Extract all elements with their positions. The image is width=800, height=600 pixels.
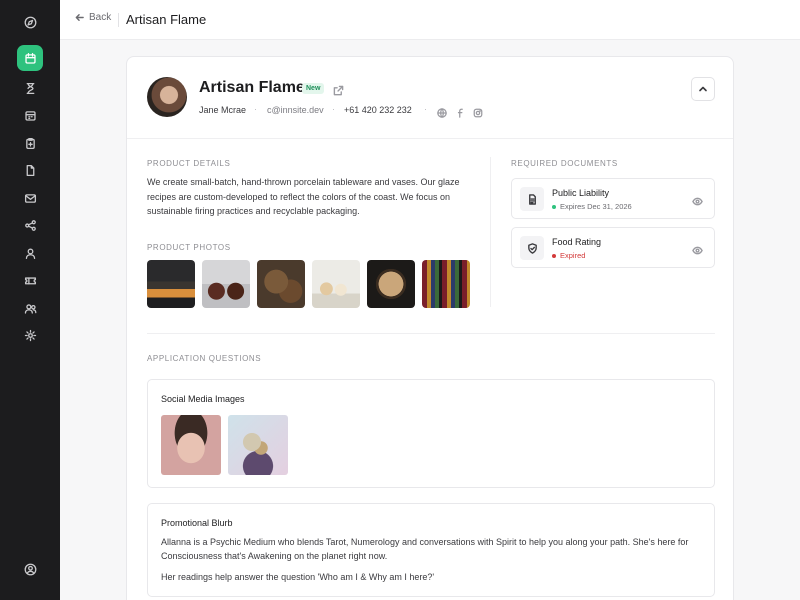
document-icon	[520, 187, 544, 211]
product-description: We create small-batch, hand-thrown porce…	[147, 177, 460, 216]
instagram-icon[interactable]	[473, 105, 483, 118]
back-label: Back	[89, 12, 112, 23]
business-name: Artisan Flame	[199, 79, 305, 96]
promotional-blurb-section: Promotional Blurb Allanna is a Psychic M…	[147, 503, 715, 597]
calendar-icon[interactable]	[17, 45, 43, 71]
divider	[147, 333, 715, 334]
facebook-icon[interactable]	[456, 105, 466, 118]
users-icon[interactable]	[18, 296, 42, 320]
document-item[interactable]: Food Rating Expired	[511, 227, 715, 268]
collapse-button[interactable]	[691, 77, 715, 101]
ticket-icon[interactable]	[18, 268, 42, 292]
mail-icon[interactable]	[18, 186, 42, 210]
chevron-up-icon	[699, 86, 707, 92]
compass-icon[interactable]	[18, 10, 42, 34]
avatar	[147, 77, 187, 117]
user-icon[interactable]	[18, 241, 42, 265]
document-item[interactable]: Public Liability Expires Dec 31, 2026	[511, 178, 715, 219]
divider	[127, 138, 733, 139]
social-media-image-crystals[interactable]	[228, 415, 288, 475]
document-status: Expires Dec 31, 2026	[552, 202, 632, 211]
document-status-text: Expires Dec 31, 2026	[560, 202, 632, 211]
social-media-image-portrait[interactable]	[161, 415, 221, 475]
contact-email[interactable]: c@innsite.dev	[267, 105, 324, 115]
product-photo-cupcakes[interactable]	[202, 260, 250, 308]
application-questions-label: APPLICATION QUESTIONS	[147, 354, 262, 363]
product-photo-loaves[interactable]	[257, 260, 305, 308]
document-status-text: Expired	[560, 251, 586, 260]
account-icon[interactable]	[18, 557, 42, 581]
promotional-blurb-paragraph: Her readings help answer the question 'W…	[161, 572, 435, 582]
document-title: Public Liability	[552, 188, 610, 198]
back-button[interactable]: Back	[75, 12, 111, 23]
gear-icon[interactable]	[18, 323, 42, 347]
promotional-blurb-title: Promotional Blurb	[161, 518, 233, 528]
status-badge: New	[302, 83, 325, 94]
product-photo-sourdough[interactable]	[367, 260, 415, 308]
globe-icon[interactable]	[437, 105, 447, 118]
social-media-title: Social Media Images	[161, 394, 245, 404]
page-title: Artisan Flame	[126, 12, 207, 27]
external-link-icon[interactable]	[333, 83, 344, 96]
product-photo-bread[interactable]	[147, 260, 195, 308]
arrow-left-icon	[75, 14, 84, 21]
shield-check-icon	[520, 236, 544, 260]
sidebar	[0, 0, 60, 600]
header-divider	[118, 13, 119, 27]
contact-phone[interactable]: +61 420 232 232	[344, 105, 412, 115]
separator-dot: ·	[424, 104, 427, 114]
promotional-blurb-paragraph: Allanna is a Psychic Medium who blends T…	[161, 537, 689, 561]
social-media-images-section: Social Media Images	[147, 379, 715, 488]
column-divider	[490, 157, 491, 307]
separator-dot: ·	[332, 104, 335, 114]
status-dot	[552, 253, 556, 258]
status-dot	[552, 204, 556, 209]
product-photo-cups[interactable]	[312, 260, 360, 308]
application-card: Artisan Flame New Jane Mcrae · c@innsite…	[126, 56, 734, 600]
top-header: Back Artisan Flame	[60, 0, 800, 40]
contact-name: Jane Mcrae	[199, 105, 247, 115]
hourglass-icon[interactable]	[18, 76, 42, 100]
product-details-label: PRODUCT DETAILS	[147, 159, 231, 168]
eye-icon[interactable]	[692, 194, 703, 206]
product-photo-bottles[interactable]	[422, 260, 470, 308]
file-icon[interactable]	[18, 158, 42, 182]
calendar-grid-icon[interactable]	[18, 103, 42, 127]
required-documents-label: REQUIRED DOCUMENTS	[511, 159, 618, 168]
document-status: Expired	[552, 251, 585, 260]
separator-dot: ·	[254, 104, 257, 114]
clipboard-icon[interactable]	[18, 131, 42, 155]
product-photos-label: PRODUCT PHOTOS	[147, 243, 231, 252]
share-icon[interactable]	[18, 213, 42, 237]
document-title: Food Rating	[552, 237, 602, 247]
eye-icon[interactable]	[692, 243, 703, 255]
